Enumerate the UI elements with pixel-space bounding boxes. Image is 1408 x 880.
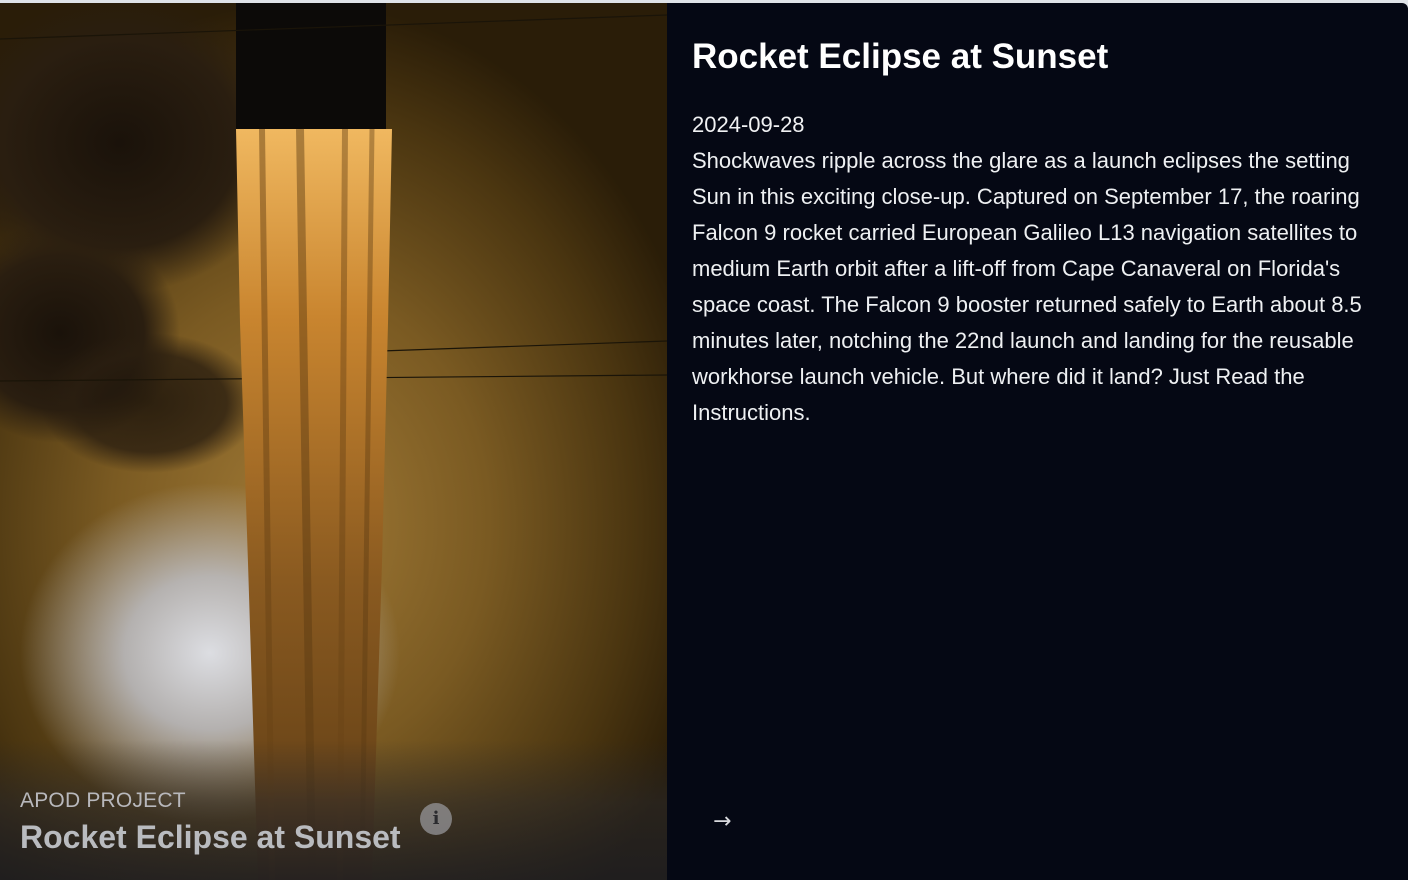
image-title: Rocket Eclipse at Sunset (20, 819, 401, 855)
info-icon[interactable]: i (420, 803, 452, 835)
apod-explanation: Shockwaves ripple across the glare as a … (692, 148, 1362, 425)
arrow-right-icon[interactable]: → (713, 809, 731, 834)
page-title: Rocket Eclipse at Sunset (692, 37, 1109, 76)
apod-card: APOD PROJECT Rocket Eclipse at Sunset i … (0, 3, 1408, 880)
apod-date: 2024-09-28 (692, 112, 805, 137)
apod-image[interactable]: APOD PROJECT Rocket Eclipse at Sunset i (0, 3, 667, 880)
project-label: APOD PROJECT (20, 789, 186, 812)
apod-details: Rocket Eclipse at Sunset 2024-09-28 Shoc… (667, 3, 1408, 880)
image-caption: APOD PROJECT Rocket Eclipse at Sunset (20, 789, 401, 856)
